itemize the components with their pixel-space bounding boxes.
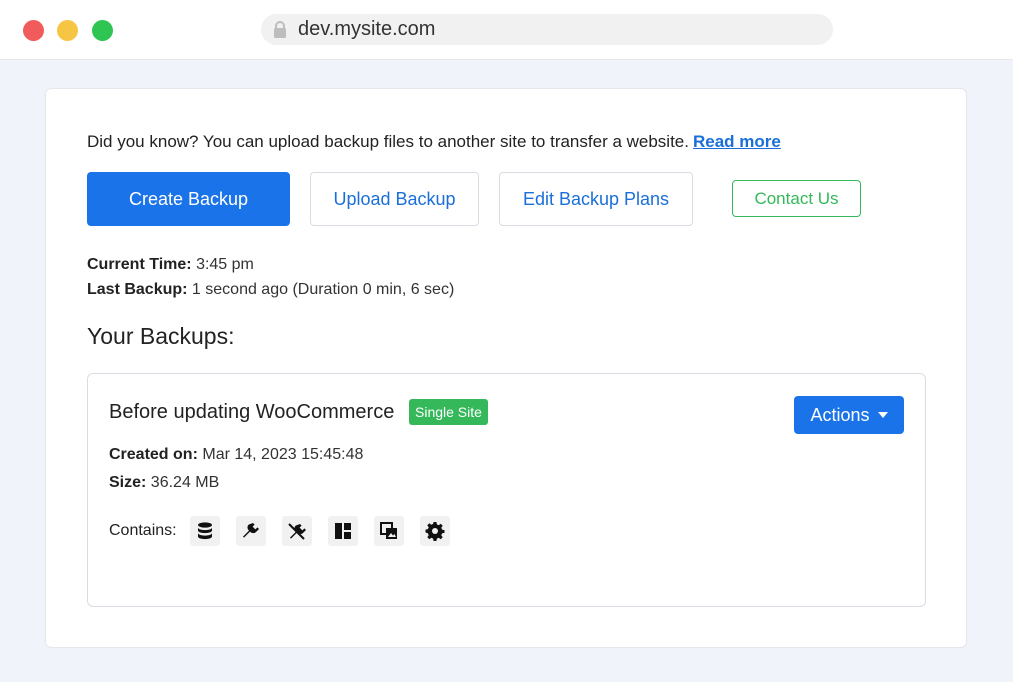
size-label: Size:	[109, 474, 147, 491]
url-text: dev.mysite.com	[298, 18, 436, 40]
backup-panel: Did you know? You can upload backup file…	[45, 88, 967, 648]
browser-toolbar: dev.mysite.com	[0, 0, 1013, 60]
address-bar[interactable]: dev.mysite.com	[261, 14, 833, 45]
layout-icon	[327, 516, 358, 546]
backup-name: Before updating WooCommerce	[109, 401, 395, 423]
read-more-link[interactable]: Read more	[693, 132, 781, 151]
size-value: 36.24 MB	[150, 474, 220, 491]
caret-down-icon	[877, 412, 888, 418]
contains-label: Contains:	[109, 522, 177, 539]
created-label: Created on:	[109, 446, 198, 463]
current-time-label: Current Time:	[87, 256, 192, 273]
current-time: Current Time: 3:45 pm	[87, 256, 254, 274]
tip-text: Did you know? You can upload backup file…	[87, 132, 689, 151]
created-value: Mar 14, 2023 15:45:48	[202, 446, 364, 463]
contact-us-button[interactable]: Contact Us	[732, 180, 861, 217]
media-icon	[373, 516, 404, 546]
your-backups-heading: Your Backups:	[87, 323, 235, 349]
backup-size: Size: 36.24 MB	[109, 474, 219, 492]
upload-backup-button[interactable]: Upload Backup	[310, 172, 479, 226]
last-backup-value: 1 second ago (Duration 0 min, 6 sec)	[191, 281, 455, 298]
create-backup-button[interactable]: Create Backup	[87, 172, 290, 226]
backup-type-badge: Single Site	[409, 399, 488, 425]
lock-icon	[274, 21, 286, 38]
backup-contents: Contains:	[109, 516, 466, 546]
backup-created: Created on: Mar 14, 2023 15:45:48	[109, 446, 363, 464]
last-backup: Last Backup: 1 second ago (Duration 0 mi…	[87, 281, 454, 299]
actions-label: Actions	[810, 404, 870, 425]
backup-card: Before updating WooCommerce Single Site …	[87, 373, 926, 607]
database-icon	[189, 516, 220, 546]
gear-icon	[419, 516, 450, 546]
last-backup-label: Last Backup:	[87, 281, 188, 298]
window-minimize-button[interactable]	[57, 20, 78, 41]
window-close-button[interactable]	[23, 20, 44, 41]
actions-dropdown-button[interactable]: Actions	[794, 396, 904, 434]
plugin-off-icon	[281, 516, 312, 546]
plugin-icon	[235, 516, 266, 546]
edit-backup-plans-button[interactable]: Edit Backup Plans	[499, 172, 693, 226]
tip-message: Did you know? You can upload backup file…	[87, 132, 781, 152]
current-time-value: 3:45 pm	[196, 256, 254, 273]
window-maximize-button[interactable]	[92, 20, 113, 41]
